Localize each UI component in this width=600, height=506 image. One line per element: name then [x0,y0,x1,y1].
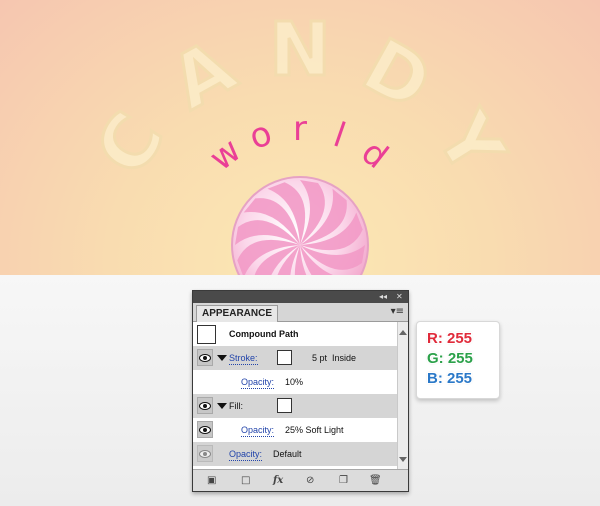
visibility-eye-icon[interactable] [197,445,213,462]
appearance-panel: ◂◂ ✕ APPEARANCE ▾≡ Compound Path Stroke:… [192,290,409,492]
world-letter: d [354,132,396,177]
opacity-link[interactable]: Opacity: [241,425,275,437]
candy-letter: A [157,24,249,127]
world-letter: o [244,113,277,158]
scroll-down-icon[interactable] [399,457,407,462]
candy-letter: C [80,98,182,190]
compound-path-row[interactable]: Compound Path [193,322,397,346]
panel-menu-icon[interactable]: ▾≡ [391,305,404,319]
close-icon[interactable]: ✕ [396,291,403,303]
candy-letter: Y [418,98,521,191]
tab-appearance[interactable]: APPEARANCE [196,305,279,322]
world-letter: w [202,130,249,179]
swirl-lollipop [231,176,369,275]
visibility-eye-icon[interactable] [197,397,213,414]
clear-appearance-icon[interactable]: ⊘ [306,475,314,487]
panel-scrollbar[interactable] [397,322,408,469]
fill-label: Fill: [229,401,243,411]
candy-artwork: CANDY world [0,0,600,275]
fill-opacity-row[interactable]: Opacity: 25% Soft Light [193,418,397,442]
expand-triangle-icon[interactable] [217,355,227,361]
red-value: R: 255 [427,330,473,347]
world-letter: l [328,115,350,156]
visibility-eye-icon[interactable] [197,349,213,366]
candy-letter: N [269,7,331,93]
object-opacity-row[interactable]: Opacity: Default [193,442,397,466]
stroke-row[interactable]: Stroke: 5 pt Inside [193,346,397,370]
add-new-fill-icon[interactable]: □ [241,475,250,487]
opacity-value: 25% Soft Light [285,425,344,435]
artwork-canvas: CA N DY wo r l d [78,6,523,275]
opacity-link[interactable]: Opacity: [229,449,263,461]
opacity-value: Default [273,449,302,459]
add-new-stroke-icon[interactable]: ▣ [207,475,216,487]
fill-color-swatch[interactable] [277,398,292,413]
opacity-link[interactable]: Opacity: [241,377,275,389]
rgb-value-badge: R: 255 G: 255 B: 255 [416,321,500,399]
green-value: G: 255 [427,350,473,367]
object-thumbnail [197,325,216,344]
scroll-up-icon[interactable] [399,330,407,335]
world-letter: r [293,109,307,149]
expand-triangle-icon[interactable] [217,403,227,409]
visibility-eye-icon[interactable] [197,421,213,438]
stroke-link[interactable]: Stroke: [229,353,258,365]
panel-footer: ▣ □ fx ⊘ ❐ 🗑 [193,469,408,491]
appearance-list: Compound Path Stroke: 5 pt Inside Opacit… [193,322,408,469]
panel-titlebar[interactable]: ◂◂ ✕ [193,291,408,303]
object-type-label: Compound Path [229,329,299,339]
candy-letter: D [349,23,444,128]
stroke-color-swatch[interactable] [277,350,292,365]
delete-item-icon[interactable]: 🗑 [369,475,382,487]
panel-tabbar: APPEARANCE ▾≡ [193,303,408,322]
double-left-arrow-icon[interactable]: ◂◂ [379,291,387,303]
stroke-weight-value: 5 pt Inside [312,353,357,363]
duplicate-item-icon[interactable]: ❐ [339,475,348,487]
blue-value: B: 255 [427,370,473,387]
stroke-opacity-row[interactable]: Opacity: 10% [193,370,397,394]
fill-row[interactable]: Fill: [193,394,397,418]
add-new-effect-icon[interactable]: fx [273,475,283,487]
opacity-value: 10% [285,377,304,387]
